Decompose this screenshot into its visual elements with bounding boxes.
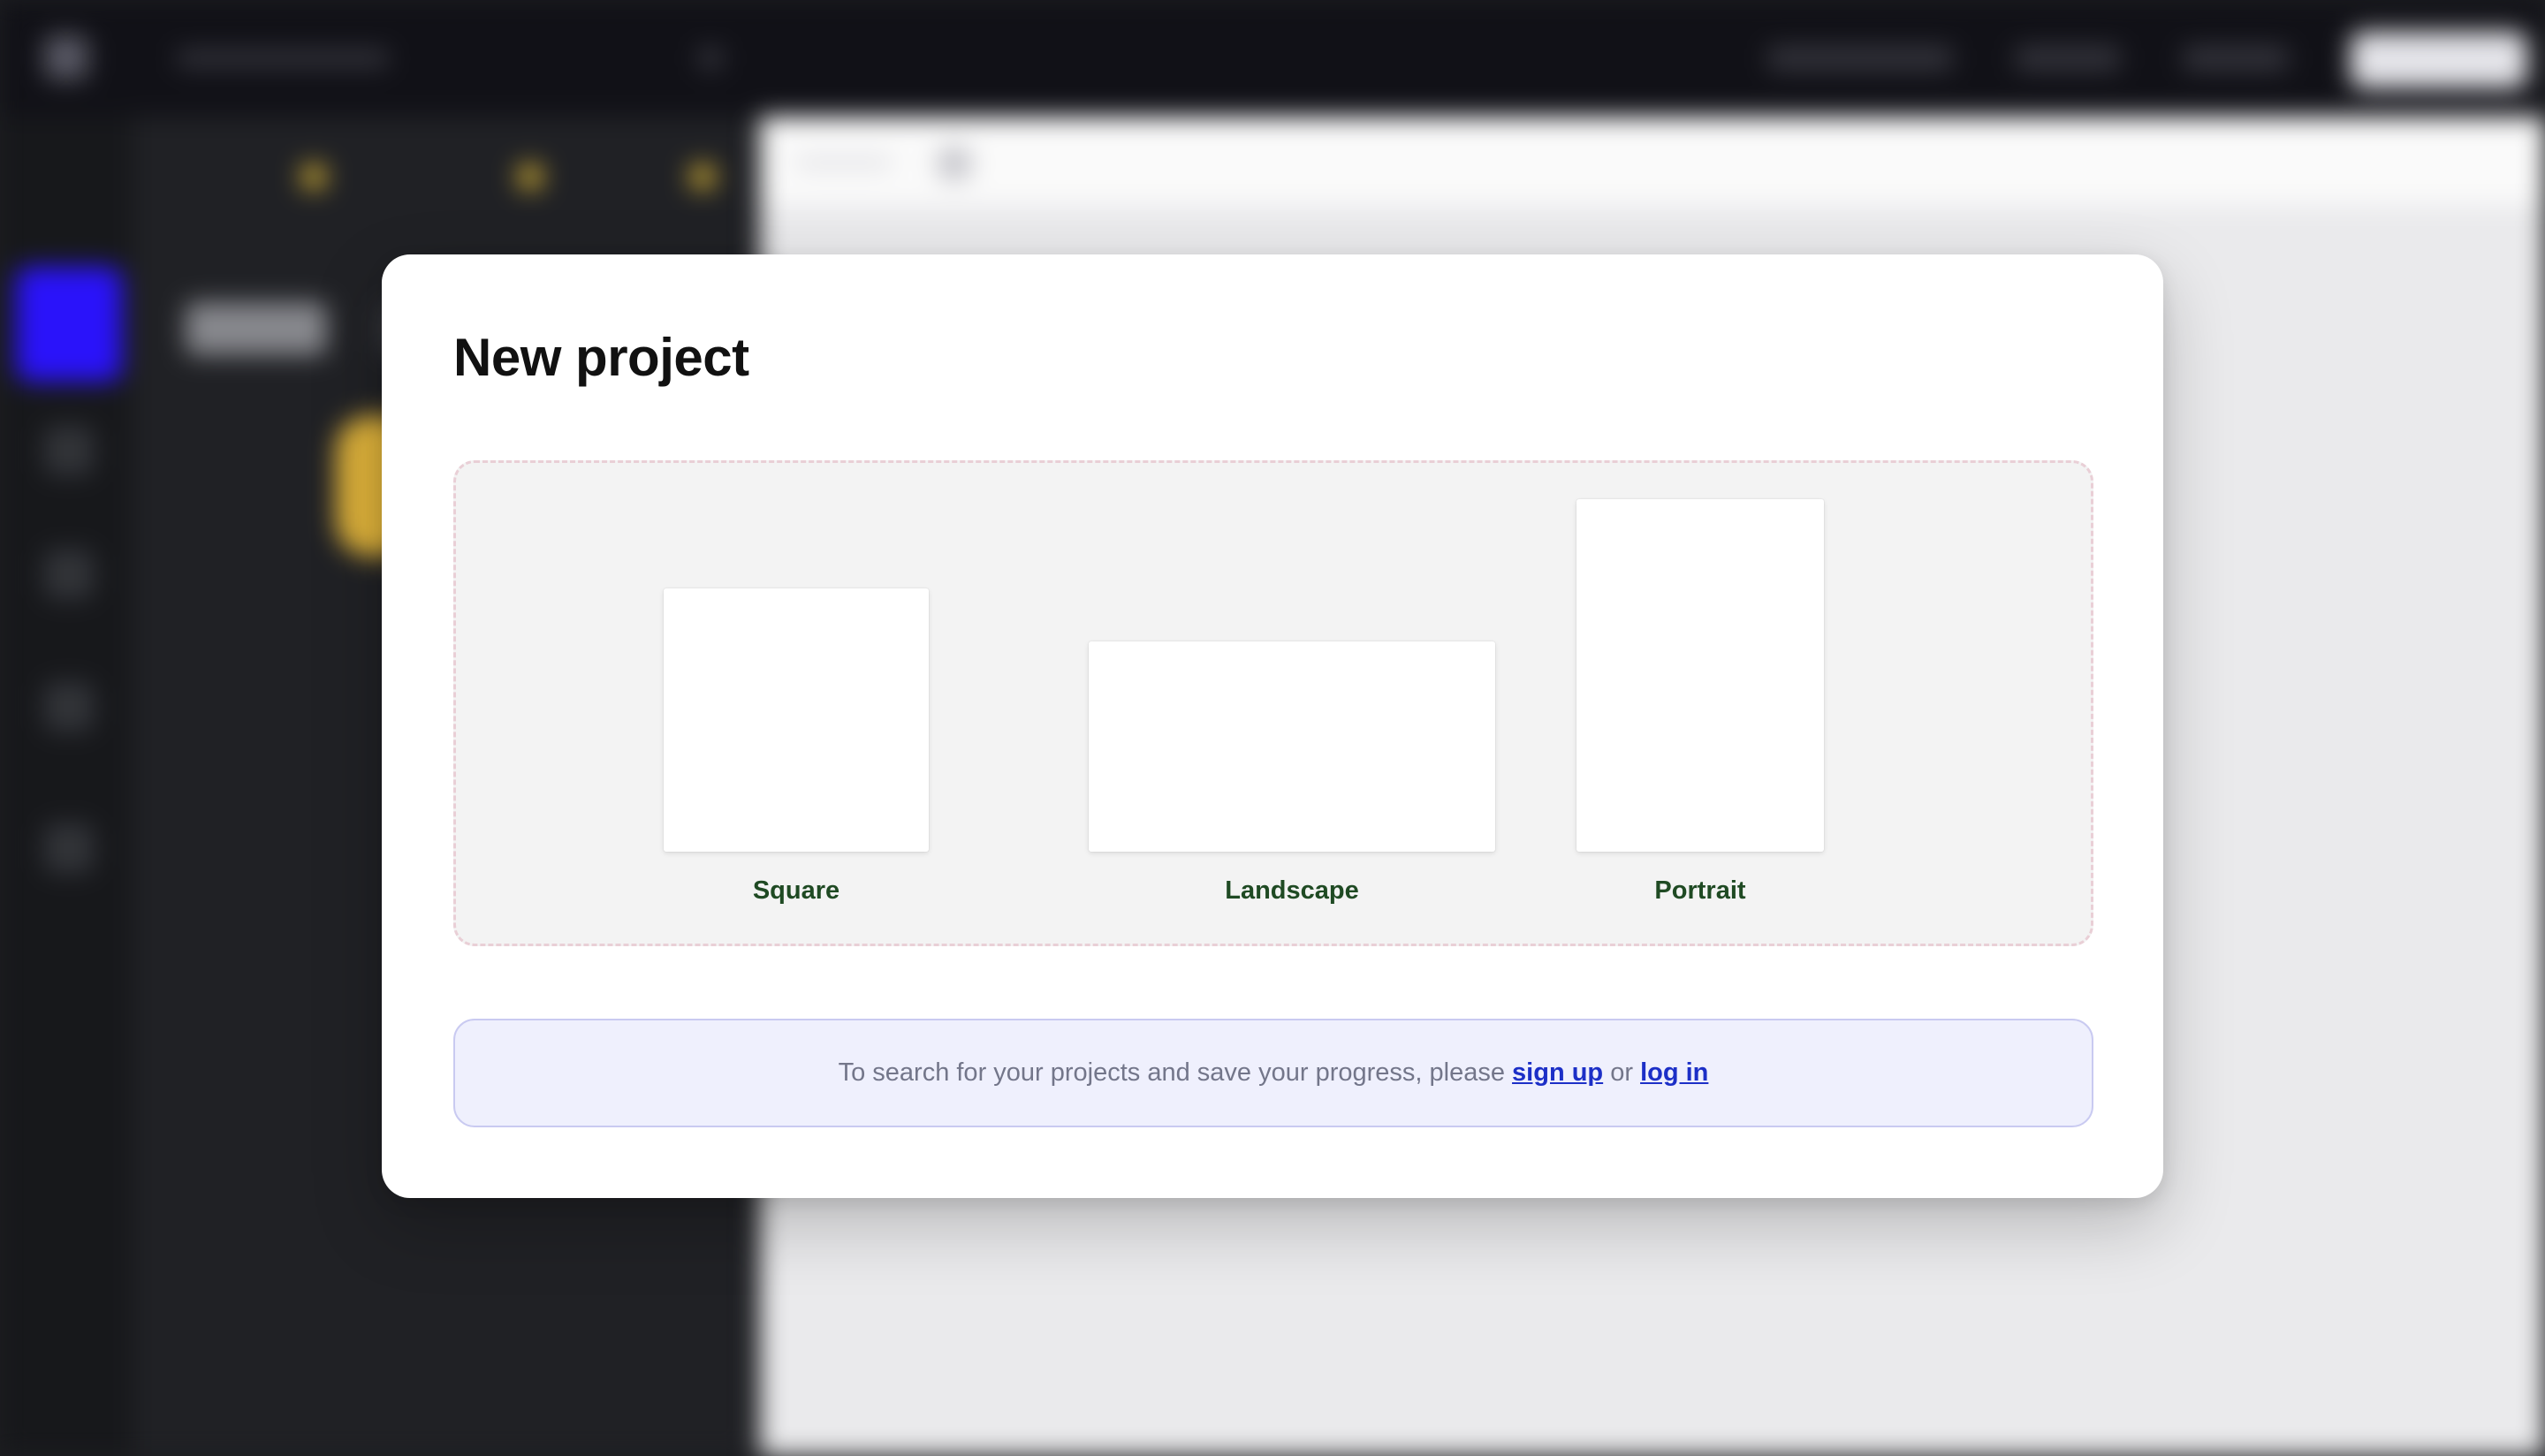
landscape-format-preview[interactable] xyxy=(1089,641,1495,852)
portrait-format-preview[interactable] xyxy=(1576,499,1824,852)
modal-title: New project xyxy=(453,328,749,387)
notice-text: To search for your projects and save you… xyxy=(838,1058,1513,1087)
format-picker: Square Landscape Portrait xyxy=(453,460,2093,946)
sign-up-link[interactable]: sign up xyxy=(1512,1058,1603,1088)
format-label[interactable]: Portrait xyxy=(1568,876,1833,906)
login-notice: To search for your projects and save you… xyxy=(453,1019,2093,1127)
notice-text: or xyxy=(1603,1058,1641,1087)
format-label[interactable]: Landscape xyxy=(1159,876,1424,906)
log-in-link[interactable]: log in xyxy=(1640,1058,1708,1088)
format-label[interactable]: Square xyxy=(664,876,929,906)
square-format-preview[interactable] xyxy=(664,588,929,852)
new-project-modal: New project Square Landscape Portrait To… xyxy=(382,254,2163,1198)
